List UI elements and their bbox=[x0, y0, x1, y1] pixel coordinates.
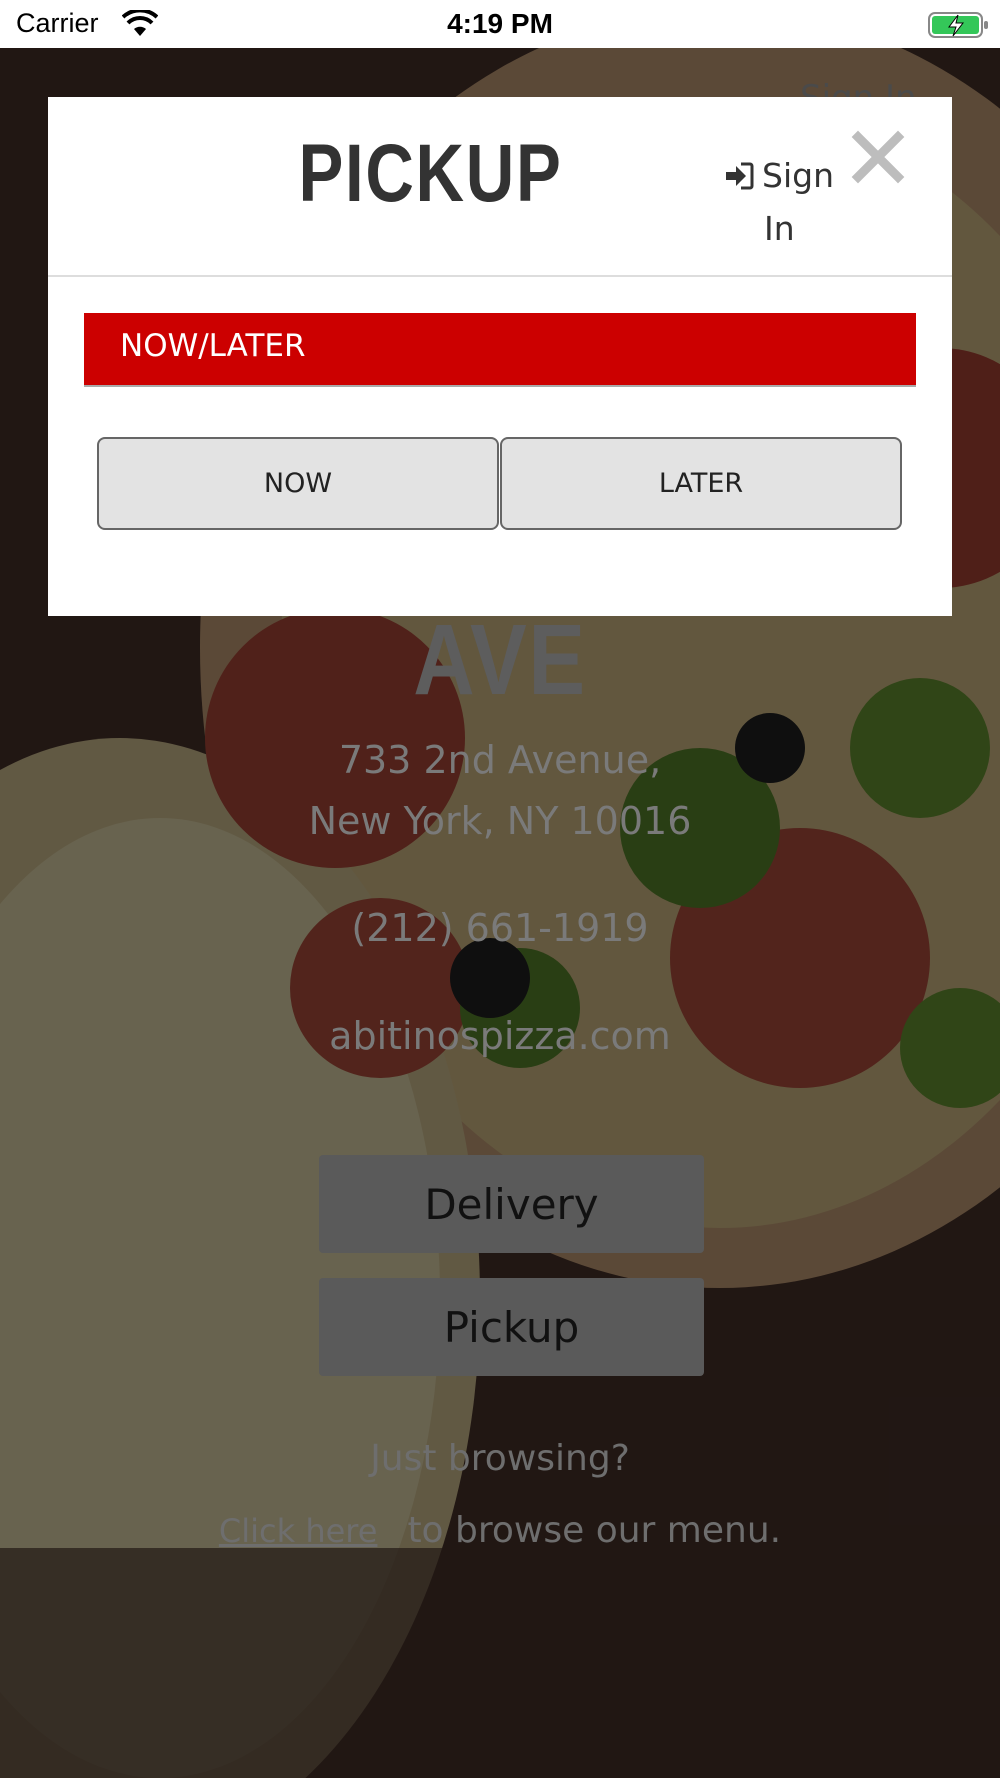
bg-browse-suffix: to browse our menu. bbox=[407, 1510, 782, 1551]
bg-browse-row: Click here to browse our menu. bbox=[0, 1510, 1000, 1551]
bg-store-name: AVE bbox=[413, 604, 587, 716]
bg-delivery-button: Delivery bbox=[319, 1155, 704, 1253]
bg-click-here-link: Click here bbox=[218, 1512, 378, 1550]
section-label: NOW/LATER bbox=[120, 328, 306, 364]
signin-label-line1: Sign bbox=[762, 156, 834, 195]
now-button[interactable]: NOW bbox=[97, 437, 499, 530]
signin-label-line2: In bbox=[764, 209, 795, 248]
sign-in-icon bbox=[726, 162, 754, 190]
bg-address-line2: New York, NY 10016 bbox=[308, 799, 692, 843]
now-later-section-header: NOW/LATER bbox=[84, 313, 916, 387]
modal-title: PICKUP bbox=[298, 128, 563, 219]
bg-pickup-button: Pickup bbox=[319, 1278, 704, 1376]
clock: 4:19 PM bbox=[447, 8, 553, 39]
modal-divider bbox=[48, 275, 952, 277]
pickup-modal: PICKUP Sign In NOW/LATER NOW LATER bbox=[48, 97, 952, 616]
later-button[interactable]: LATER bbox=[500, 437, 902, 530]
bg-website: abitinospizza.com bbox=[329, 1014, 671, 1058]
modal-signin-link[interactable]: Sign In bbox=[724, 149, 844, 255]
close-icon[interactable] bbox=[846, 125, 910, 189]
battery-charging-icon bbox=[928, 12, 988, 38]
bg-phone: (212) 661-1919 bbox=[351, 906, 649, 950]
bg-browse-question: Just browsing? bbox=[370, 1438, 630, 1479]
status-bar: Carrier 4:19 PM bbox=[0, 0, 1000, 48]
bg-address-line1: 733 2nd Avenue, bbox=[338, 738, 662, 782]
